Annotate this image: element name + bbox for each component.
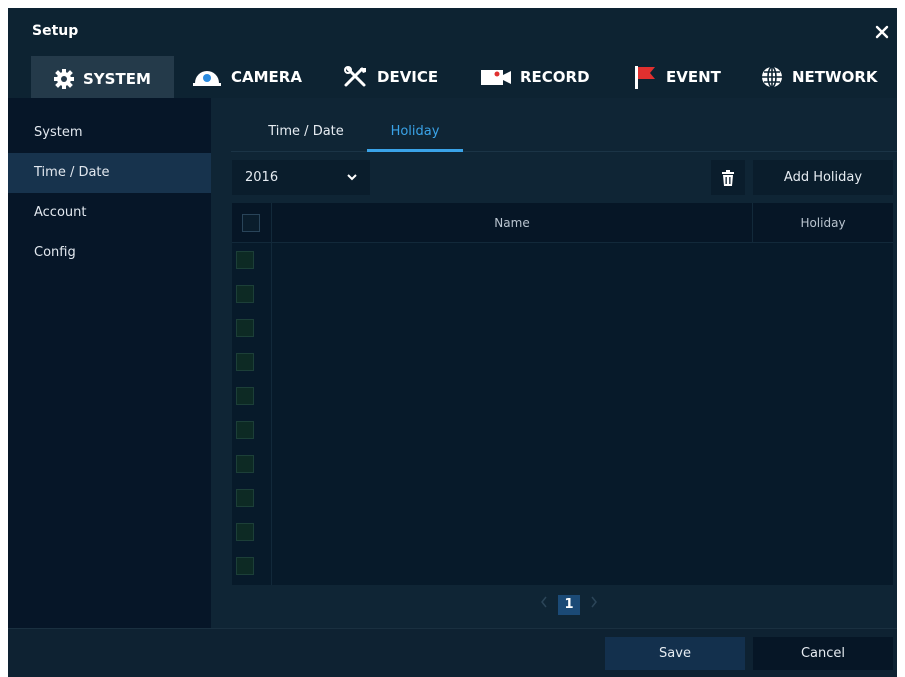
select-all-checkbox[interactable]	[242, 214, 260, 232]
tab-event-label: EVENT	[666, 68, 721, 86]
year-value: 2016	[245, 170, 279, 185]
sidebar-item-config[interactable]: Config	[8, 233, 211, 273]
close-icon	[875, 25, 889, 39]
tab-network[interactable]: NETWORK	[760, 56, 890, 98]
row-checkbox-column	[232, 243, 272, 585]
sidebar-item-system[interactable]: System	[8, 113, 211, 153]
tab-record-label: RECORD	[520, 68, 590, 86]
tab-network-label: NETWORK	[792, 68, 878, 86]
tab-time-date[interactable]: Time / Date	[251, 112, 361, 152]
save-button[interactable]: Save	[605, 637, 745, 670]
row-checkbox[interactable]	[236, 557, 254, 575]
chevron-down-icon	[347, 174, 357, 181]
row-checkbox[interactable]	[236, 523, 254, 541]
tab-camera[interactable]: CAMERA	[191, 56, 311, 98]
flag-icon	[632, 64, 658, 90]
close-button[interactable]	[870, 20, 894, 44]
row-checkbox[interactable]	[236, 387, 254, 405]
chevron-left-icon	[541, 596, 547, 608]
row-checkbox[interactable]	[236, 353, 254, 371]
camera-dome-icon	[191, 66, 223, 88]
row-checkbox[interactable]	[236, 421, 254, 439]
footer: Save Cancel	[8, 628, 897, 677]
trash-icon	[722, 169, 734, 186]
tab-system[interactable]: SYSTEM	[31, 56, 174, 98]
holiday-table: Name Holiday	[232, 203, 893, 585]
chevron-right-icon	[591, 596, 597, 608]
tab-event[interactable]: EVENT	[632, 56, 742, 98]
page-number-current[interactable]: 1	[558, 595, 580, 615]
gear-icon	[53, 68, 75, 90]
column-holiday: Holiday	[800, 216, 846, 230]
tab-holiday[interactable]: Holiday	[367, 112, 463, 152]
record-camera-icon	[480, 67, 512, 87]
tab-system-label: SYSTEM	[83, 69, 151, 88]
add-holiday-button[interactable]: Add Holiday	[753, 160, 893, 195]
row-checkbox[interactable]	[236, 285, 254, 303]
sidebar-item-time-date[interactable]: Time / Date	[8, 153, 211, 193]
title-bar: Setup	[8, 8, 897, 56]
row-checkbox[interactable]	[236, 319, 254, 337]
header-check-cell	[232, 203, 272, 243]
top-nav: SYSTEM CAMERA DEVICE RECORD EVENT NETWOR…	[8, 56, 897, 98]
setup-window: Setup SYSTEM CAMERA DEVICE RECORD EVENT …	[8, 8, 897, 677]
content-panel: Time / Date Holiday 2016 Add Holiday Nam…	[211, 98, 897, 628]
sub-tabs: Time / Date Holiday	[231, 112, 897, 152]
window-title: Setup	[32, 23, 79, 39]
sidebar-item-account[interactable]: Account	[8, 193, 211, 233]
next-page-button[interactable]	[585, 595, 603, 613]
cancel-button[interactable]: Cancel	[753, 637, 893, 670]
globe-icon	[760, 65, 784, 89]
delete-button[interactable]	[711, 160, 745, 195]
prev-page-button[interactable]	[535, 595, 553, 613]
pagination: 1	[211, 591, 897, 619]
tab-record[interactable]: RECORD	[480, 56, 610, 98]
tab-camera-label: CAMERA	[231, 68, 302, 86]
tools-icon	[343, 66, 369, 88]
row-checkbox[interactable]	[236, 455, 254, 473]
tab-device[interactable]: DEVICE	[343, 56, 463, 98]
tab-device-label: DEVICE	[377, 68, 439, 86]
column-name: Name	[272, 203, 753, 243]
table-header: Name Holiday	[232, 203, 893, 243]
row-checkbox[interactable]	[236, 489, 254, 507]
sidebar: System Time / Date Account Config	[8, 98, 211, 628]
year-select[interactable]: 2016	[232, 160, 370, 195]
row-checkbox[interactable]	[236, 251, 254, 269]
